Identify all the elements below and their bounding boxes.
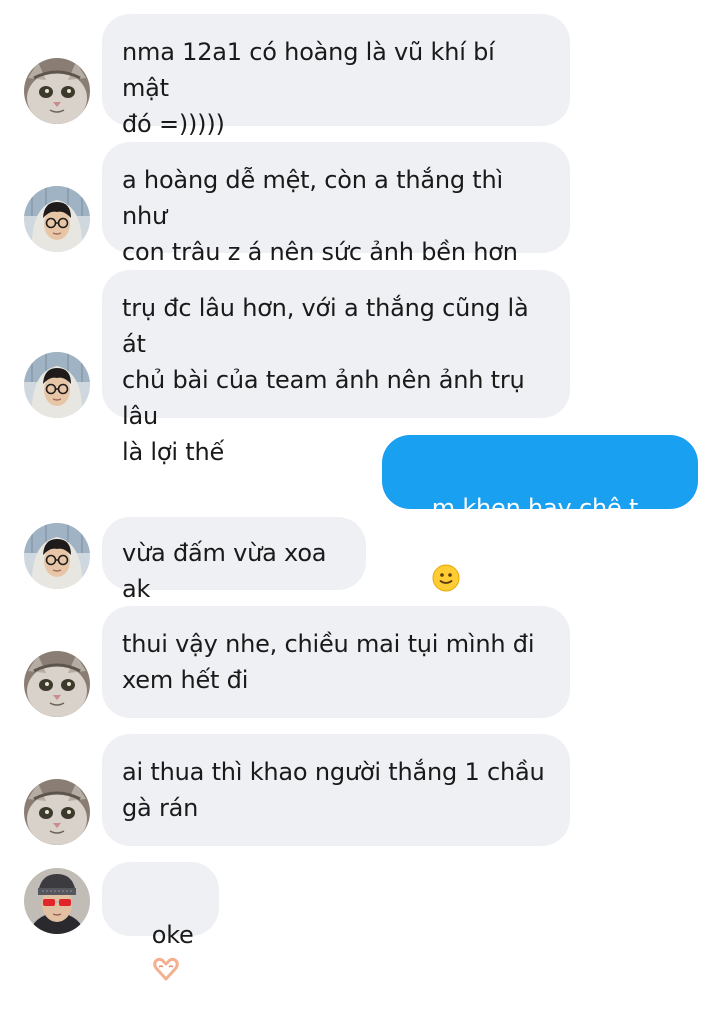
avatar-boy-hoodie[interactable] bbox=[24, 352, 90, 418]
incoming-message-bubble[interactable]: trụ đc lâu hơn, với a thắng cũng là át c… bbox=[102, 270, 570, 466]
incoming-message-bubble[interactable]: a hoàng dễ mệt, còn a thắng thì như con … bbox=[102, 142, 570, 266]
avatar-boy-hoodie[interactable] bbox=[24, 186, 90, 252]
boy-hoodie-avatar-image bbox=[24, 523, 90, 589]
incoming-message-bubble[interactable]: oke bbox=[102, 862, 219, 936]
avatar-boy-hoodie[interactable] bbox=[24, 523, 90, 589]
incoming-message-text: oke bbox=[151, 921, 194, 949]
incoming-message-bubble[interactable]: thui vậy nhe, chiều mai tụi mình đi xem … bbox=[102, 606, 570, 718]
avatar-boy-sunglasses[interactable] bbox=[24, 868, 90, 934]
incoming-message-bubble[interactable]: ai thua thì khao người thắng 1 chầu gà r… bbox=[102, 734, 570, 846]
slightly-smiling-face-emoji bbox=[432, 564, 460, 592]
incoming-message-bubble[interactable]: vừa đấm vừa xoa ak bbox=[102, 517, 366, 603]
boy-sunglasses-avatar-image bbox=[24, 868, 90, 934]
outgoing-message-text: m khen hay chê t vậy bbox=[402, 494, 646, 558]
avatar-cat[interactable] bbox=[24, 651, 90, 717]
boy-hoodie-avatar-image bbox=[24, 186, 90, 252]
cat-avatar-image bbox=[24, 779, 90, 845]
heart-hands-emoji bbox=[152, 955, 180, 983]
outgoing-message-bubble[interactable]: m khen hay chê t vậy bbox=[382, 435, 698, 509]
boy-hoodie-avatar-image bbox=[24, 352, 90, 418]
incoming-message-bubble[interactable]: nma 12a1 có hoàng là vũ khí bí mật đó =)… bbox=[102, 14, 570, 138]
avatar-cat[interactable] bbox=[24, 58, 90, 124]
cat-avatar-image bbox=[24, 651, 90, 717]
cat-avatar-image bbox=[24, 58, 90, 124]
avatar-cat[interactable] bbox=[24, 779, 90, 845]
